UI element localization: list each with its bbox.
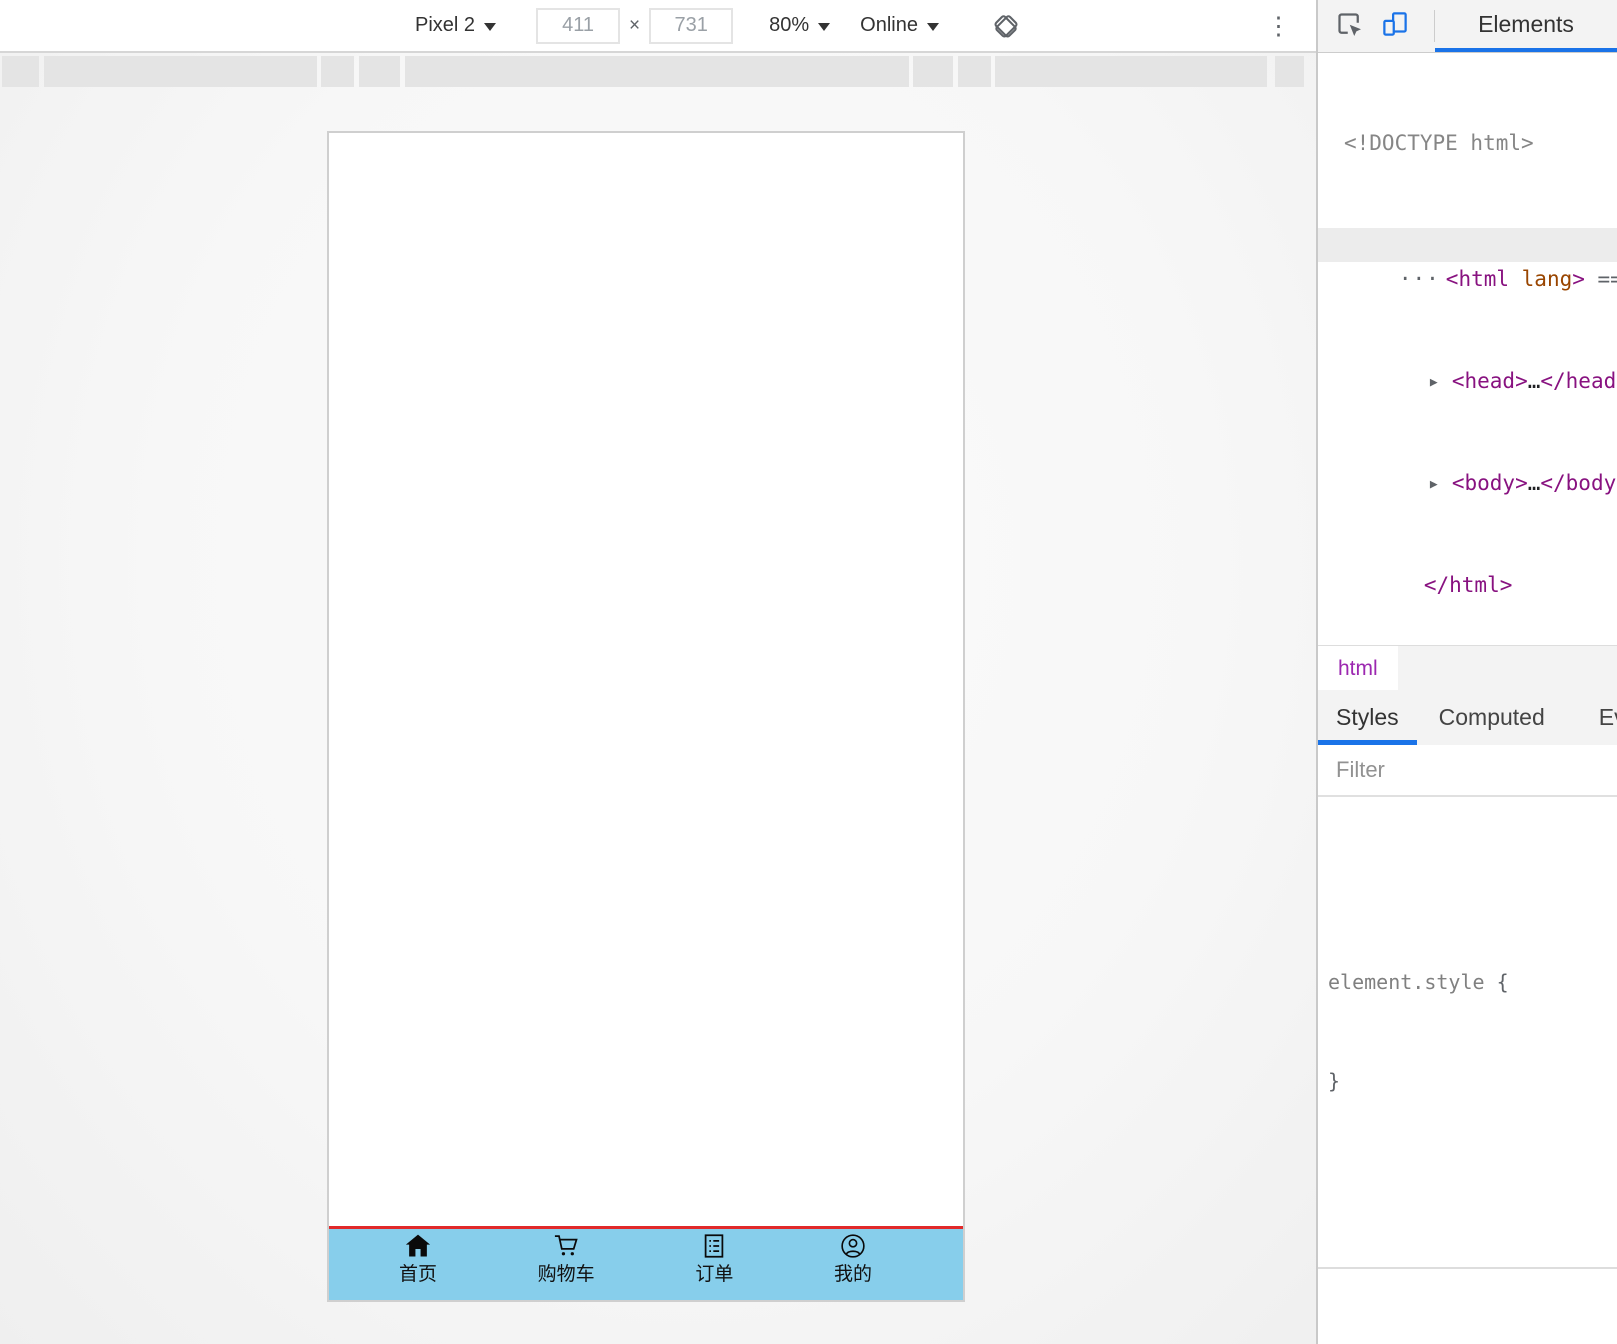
tab-event-listeners[interactable]: Event Listeners	[1581, 690, 1617, 745]
cart-icon	[555, 1235, 578, 1256]
tab-styles[interactable]: Styles	[1318, 690, 1417, 745]
chevron-down-icon	[818, 22, 831, 31]
tab-cart-label: 购物车	[537, 1264, 595, 1285]
styles-filter-input[interactable]: Filter	[1318, 745, 1617, 797]
tab-home-label: 首页	[399, 1264, 438, 1285]
device-toggle-icon	[1383, 11, 1407, 36]
media-query-segment[interactable]	[958, 56, 991, 87]
devtools-panel: Elements <!DOCTYPE html> ··· <html lang> …	[1316, 0, 1617, 1344]
device-select-label: Pixel 2	[415, 14, 476, 36]
dom-node-doctype[interactable]: <!DOCTYPE html>	[1318, 126, 1617, 160]
tab-computed[interactable]: Computed	[1419, 690, 1565, 745]
style-rule-element-style[interactable]: element.style { }	[1318, 896, 1617, 1168]
media-query-segment[interactable]	[405, 56, 909, 87]
profile-icon	[841, 1234, 865, 1258]
media-query-segment[interactable]	[995, 56, 1267, 87]
tab-profile[interactable]: 我的	[834, 1232, 872, 1300]
media-query-segment[interactable]	[2, 56, 39, 87]
tab-elements[interactable]: Elements	[1435, 0, 1617, 52]
viewport-height-input[interactable]: 731	[649, 7, 734, 44]
device-toolbar-more-options-button[interactable]: ⋮	[1266, 8, 1291, 44]
orders-icon	[705, 1234, 724, 1258]
media-query-bar	[0, 56, 1316, 87]
expand-arrow-icon[interactable]: ▶	[1430, 366, 1452, 400]
style-rule-html-fontsize[interactable]: html { font-size: 100px; }	[1318, 1267, 1617, 1344]
dom-node-head[interactable]: ▶<head>…</head>	[1318, 330, 1617, 393]
tab-profile-label: 我的	[833, 1264, 872, 1285]
dom-node-html-selected[interactable]: ···<html lang> == $0	[1318, 228, 1617, 291]
device-toolbar: Pixel 2 411 × 731 80% Online ⋮	[0, 0, 1316, 53]
tab-cart[interactable]: 购物车	[538, 1232, 595, 1300]
dom-tree: <!DOCTYPE html> ···<html lang> == $0 ▶<h…	[1318, 54, 1617, 645]
node-more-dots: ···	[1398, 267, 1440, 291]
device-toolbar-toggle-button[interactable]	[1380, 9, 1410, 44]
device-mode-viewport-area: Pixel 2 411 × 731 80% Online ⋮ 首页 购物车 订单…	[0, 0, 1316, 1344]
tab-home[interactable]: 首页	[399, 1232, 437, 1300]
zoom-select-label: 80%	[769, 14, 810, 36]
inspect-element-button[interactable]	[1334, 9, 1364, 44]
throttling-select-label: Online	[860, 14, 918, 36]
throttling-select[interactable]: Online	[860, 14, 939, 37]
media-query-segment[interactable]	[913, 56, 953, 87]
styles-pane: element.style { } html { font-size: 100p…	[1318, 797, 1617, 1344]
home-icon	[405, 1234, 431, 1257]
devtools-toolbar: Elements	[1318, 0, 1617, 53]
dimension-separator: ×	[629, 14, 641, 36]
breadcrumb-html[interactable]: html	[1318, 646, 1398, 691]
expand-arrow-icon[interactable]: ▶	[1430, 468, 1452, 502]
chevron-down-icon	[484, 22, 497, 31]
zoom-select[interactable]: 80%	[769, 14, 831, 37]
device-screen: 首页 购物车 订单 我的	[327, 131, 965, 1302]
tab-orders[interactable]: 订单	[695, 1232, 733, 1300]
dom-node-html-close[interactable]: </html>	[1318, 534, 1617, 597]
media-query-segment[interactable]	[359, 56, 400, 87]
chevron-down-icon	[926, 22, 939, 31]
inspect-cursor-icon	[1338, 12, 1361, 36]
viewport-width-input[interactable]: 411	[536, 7, 621, 44]
rotate-viewport-button[interactable]	[991, 11, 1021, 41]
bottom-tab-bar: 首页 购物车 订单 我的	[329, 1226, 963, 1300]
sidebar-tab-bar: Styles Computed Event Listeners	[1318, 690, 1617, 745]
dom-breadcrumb-bar: html	[1318, 645, 1617, 691]
media-query-segment[interactable]	[44, 56, 317, 87]
media-query-segment[interactable]	[321, 56, 354, 87]
media-query-segment[interactable]	[1275, 56, 1304, 87]
dom-node-body[interactable]: ▶<body>…</body>	[1318, 432, 1617, 495]
rotate-icon	[994, 14, 1018, 38]
device-select[interactable]: Pixel 2	[415, 14, 497, 37]
tab-orders-label: 订单	[695, 1264, 734, 1285]
